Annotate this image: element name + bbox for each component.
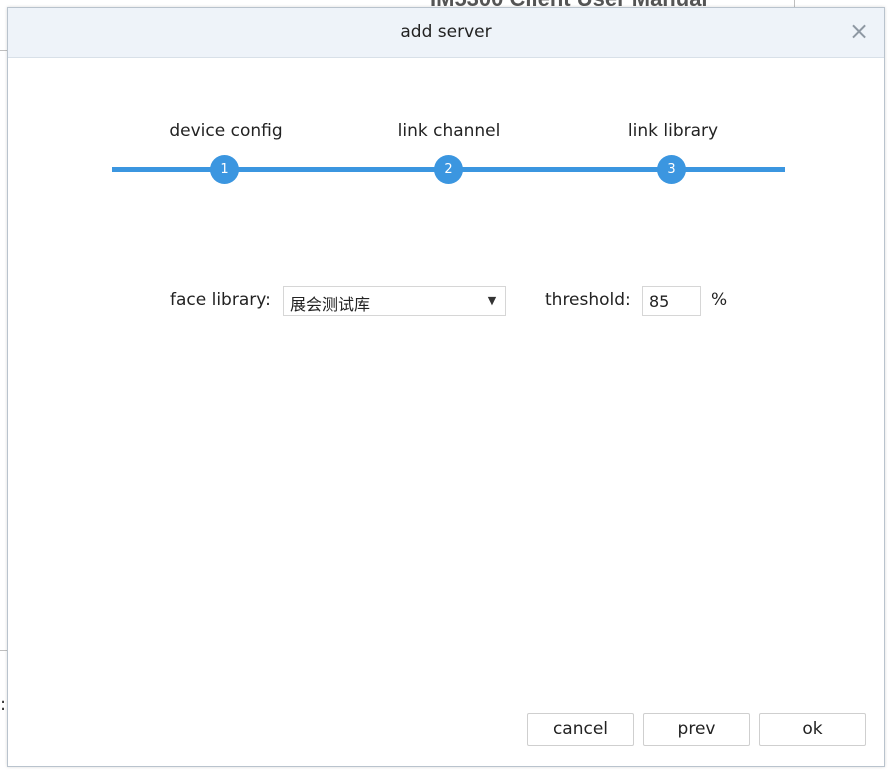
step-label-link-library: link library — [627, 121, 719, 141]
step-circle-3: 3 — [657, 155, 686, 184]
dialog-title: add server — [400, 22, 492, 42]
threshold-unit: % — [711, 290, 728, 310]
chevron-down-icon[interactable]: ▼ — [485, 294, 499, 308]
step-circle-1: 1 — [210, 155, 239, 184]
background-text: : — [0, 694, 7, 715]
face-library-label: face library: — [170, 290, 271, 310]
dialog-titlebar: add server × — [8, 8, 884, 58]
background-divider — [0, 50, 7, 51]
ok-button[interactable]: ok — [759, 713, 866, 746]
step-label-link-channel: link channel — [397, 121, 501, 141]
close-icon[interactable]: × — [848, 18, 870, 44]
add-server-dialog: add server × device config 1 link channe… — [7, 7, 885, 767]
threshold-input[interactable] — [642, 286, 701, 316]
prev-button[interactable]: prev — [643, 713, 750, 746]
step-label-device-config: device config — [169, 121, 283, 141]
background-divider — [0, 650, 7, 651]
cancel-button[interactable]: cancel — [527, 713, 634, 746]
face-library-select[interactable]: 展会测试库 ▼ — [283, 286, 506, 316]
step-circle-2: 2 — [434, 155, 463, 184]
threshold-label: threshold: — [545, 290, 631, 310]
face-library-value: 展会测试库 — [290, 295, 371, 314]
